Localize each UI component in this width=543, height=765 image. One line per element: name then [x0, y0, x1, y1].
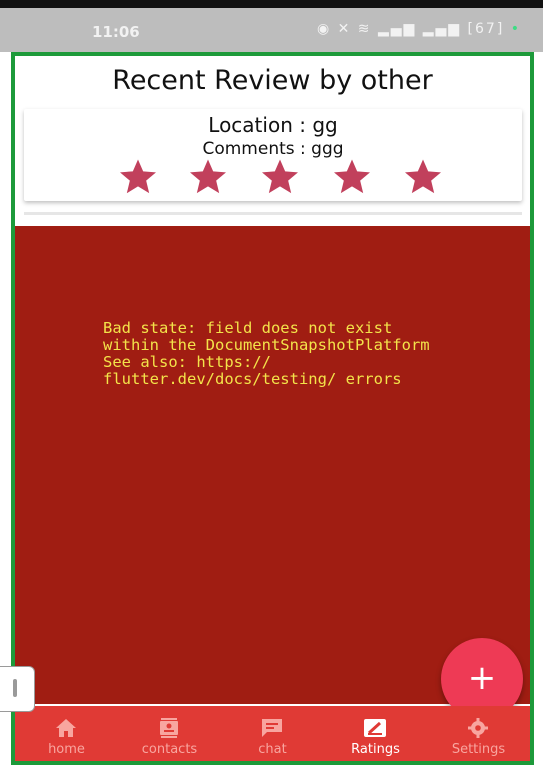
review-comments: Comments : ggg: [202, 139, 344, 159]
review-location: Location : gg: [208, 113, 338, 137]
star-icon: [190, 159, 226, 194]
wifi-icon: ≋: [357, 21, 372, 37]
page-title: Recent Review by other: [112, 65, 433, 96]
error-message: Bad state: field does not exist within t…: [103, 319, 430, 388]
edge-handle-grip: [13, 679, 17, 697]
nav-label: Settings: [451, 742, 506, 757]
nav-item-ratings[interactable]: Ratings: [324, 706, 427, 761]
nav-item-home[interactable]: home: [15, 706, 118, 761]
star-icon: [120, 159, 156, 194]
alarm-icon: ◉: [316, 21, 332, 37]
top-black-bar: [0, 0, 543, 8]
home-icon: [56, 719, 76, 737]
signal-icon: ▂▄▆: [377, 21, 417, 37]
nav-label: chat: [258, 742, 287, 757]
status-icons: ◉ ✕ ≋ ▂▄▆ ▂▄▆ [67] •: [317, 21, 521, 37]
star-icon: [334, 159, 370, 194]
plus-icon: +: [467, 658, 497, 698]
edge-panel-handle[interactable]: [0, 666, 35, 712]
chat-icon: [262, 719, 282, 737]
status-bar: 11:06 ◉ ✕ ≋ ▂▄▆ ▂▄▆ [67] •: [0, 8, 543, 52]
battery-level: 67: [474, 21, 497, 37]
nav-item-chat[interactable]: chat: [221, 706, 324, 761]
nav-label: contacts: [141, 742, 198, 757]
list-divider: [24, 212, 522, 215]
nav-label: Ratings: [351, 742, 400, 757]
nav-item-settings[interactable]: Settings: [427, 706, 530, 761]
mute-icon: ✕: [337, 21, 352, 37]
star-icon: [262, 159, 298, 194]
contacts-icon: [160, 718, 178, 738]
nav-label: home: [48, 742, 85, 757]
settings-icon: [468, 718, 488, 738]
bottom-nav: home contacts chat Ratings Settings: [15, 706, 530, 761]
signal-icon-2: ▂▄▆: [422, 21, 462, 37]
ratings-icon: [364, 719, 386, 737]
review-card[interactable]: Location : gg Comments : ggg: [24, 109, 522, 201]
nav-item-contacts[interactable]: contacts: [118, 706, 221, 761]
status-time: 11:06: [92, 23, 140, 41]
star-icon: [405, 159, 441, 194]
battery-icon: [67]: [467, 21, 505, 37]
star-rating: [116, 157, 441, 197]
notification-dot-icon: •: [510, 21, 521, 37]
error-panel: Bad state: field does not exist within t…: [15, 226, 530, 704]
app-frame: Recent Review by other Location : gg Com…: [11, 52, 534, 765]
